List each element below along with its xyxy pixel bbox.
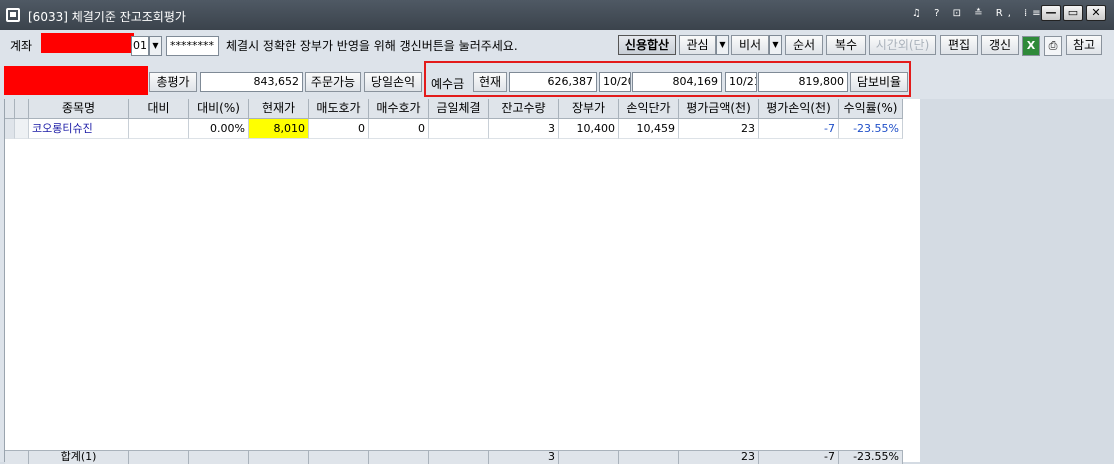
- account-name-redacted: [4, 66, 148, 95]
- cell-eval-pnl: -7: [759, 119, 839, 139]
- refresh-button[interactable]: 갱신: [981, 35, 1019, 55]
- password-field[interactable]: ********: [166, 36, 219, 56]
- col-header-change-pct[interactable]: 대비(%): [189, 99, 249, 119]
- total-eval-button[interactable]: 총평가: [149, 72, 197, 92]
- account-number-redacted: [41, 33, 134, 53]
- col-header-bid[interactable]: 매수호가: [369, 99, 429, 119]
- cell-eval-amount: 23: [679, 119, 759, 139]
- secretary-button[interactable]: 비서: [731, 35, 769, 55]
- current-deposit-value: 626,387: [509, 72, 597, 92]
- col-header-name[interactable]: 종목명: [29, 99, 129, 119]
- account-dropdown-button[interactable]: ▼: [149, 36, 162, 56]
- d2-deposit-value: 819,800: [758, 72, 848, 92]
- col-header-today-exec[interactable]: 금일체결: [429, 99, 489, 119]
- cell-price: 8,010: [249, 119, 309, 139]
- cell-bid: 0: [369, 119, 429, 139]
- watch-button[interactable]: 관심: [679, 35, 716, 55]
- after-hours-button[interactable]: 시간외(단): [869, 35, 936, 55]
- cell-ask: 0: [309, 119, 369, 139]
- title-bar: [6033] 체결기준 잔고조회평가 ♫ ? ⊡ ≛ R, ⁞≡ — ▭ ✕: [0, 0, 1114, 30]
- collateral-ratio-button[interactable]: 담보비율: [850, 72, 908, 92]
- col-header-return-pct[interactable]: 수익률(%): [839, 99, 903, 119]
- reference-button[interactable]: 참고: [1066, 35, 1102, 55]
- col-header-book-price[interactable]: 장부가: [559, 99, 619, 119]
- col-header-eval-pnl[interactable]: 평가손익(천): [759, 99, 839, 119]
- current-label: 현재: [473, 72, 507, 92]
- minimize-button[interactable]: —: [1041, 5, 1061, 21]
- col-header-eval-amount[interactable]: 평가금액(천): [679, 99, 759, 119]
- cell-book-price: 10,400: [559, 119, 619, 139]
- account-suffix-field[interactable]: 01: [131, 36, 149, 56]
- cell-today-exec: [429, 119, 489, 139]
- orderable-button[interactable]: 주문가능: [305, 72, 361, 92]
- deposit-label: 예수금: [431, 77, 465, 91]
- right-empty-pane: [920, 99, 1114, 462]
- watch-dropdown-button[interactable]: ▼: [716, 35, 729, 55]
- col-header-price[interactable]: 현재가: [249, 99, 309, 119]
- refresh-notice: 체결시 정확한 장부가 반영을 위해 갱신버튼을 눌러주세요.: [226, 39, 518, 53]
- credit-combined-button[interactable]: 신용합산: [618, 35, 676, 55]
- app-window: [6033] 체결기준 잔고조회평가 ♫ ? ⊡ ≛ R, ⁞≡ — ▭ ✕ 계…: [0, 0, 1114, 464]
- checkbox-column-header: [15, 99, 29, 119]
- multiple-button[interactable]: 복수: [826, 35, 866, 55]
- print-icon[interactable]: ⎙: [1044, 36, 1062, 56]
- secretary-dropdown-button[interactable]: ▼: [769, 35, 782, 55]
- cell-name[interactable]: 코오롱티슈진: [29, 119, 129, 139]
- title-tools-icons[interactable]: ♫ ? ⊡ ≛ R, ⁞≡: [912, 8, 1046, 19]
- excel-export-icon[interactable]: X: [1022, 36, 1040, 56]
- app-icon: [6, 8, 20, 22]
- d1-date-label: 10/20: [599, 72, 631, 92]
- cell-pnl-unit: 10,459: [619, 119, 679, 139]
- cell-change-pct: 0.00%: [189, 119, 249, 139]
- row-indicator-header: [5, 99, 15, 119]
- holdings-table: 종목명 대비 대비(%) 현재가 매도호가 매수호가 금일체결 잔고수량 장부가…: [4, 99, 920, 464]
- cell-change: [129, 119, 189, 139]
- d1-deposit-value: 804,169: [632, 72, 722, 92]
- close-button[interactable]: ✕: [1086, 5, 1106, 21]
- row-indicator: [5, 119, 15, 139]
- cell-qty: 3: [489, 119, 559, 139]
- order-button[interactable]: 순서: [785, 35, 823, 55]
- account-label: 계좌: [10, 39, 33, 53]
- maximize-button[interactable]: ▭: [1063, 5, 1083, 21]
- today-pnl-button[interactable]: 당일손익: [364, 72, 422, 92]
- window-title: [6033] 체결기준 잔고조회평가: [28, 10, 186, 24]
- col-header-change[interactable]: 대비: [129, 99, 189, 119]
- d2-date-label: 10/21: [725, 72, 757, 92]
- row-checkbox[interactable]: [15, 119, 29, 139]
- col-header-qty[interactable]: 잔고수량: [489, 99, 559, 119]
- total-eval-value: 843,652: [200, 72, 303, 92]
- edit-button[interactable]: 편집: [940, 35, 978, 55]
- cell-return-pct: -23.55%: [839, 119, 903, 139]
- col-header-pnl-unit[interactable]: 손익단가: [619, 99, 679, 119]
- col-header-ask[interactable]: 매도호가: [309, 99, 369, 119]
